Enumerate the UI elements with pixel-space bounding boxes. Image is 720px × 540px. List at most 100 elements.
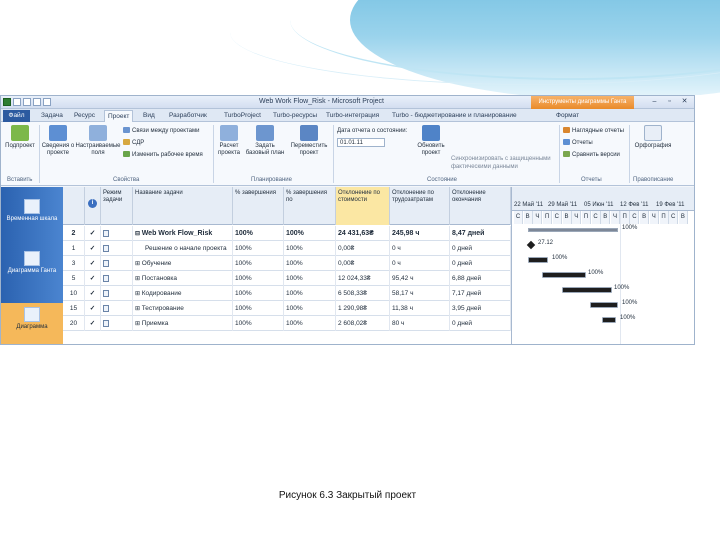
cell-cost-variance: 2 608,02₴ — [336, 316, 390, 331]
links-icon — [123, 127, 130, 133]
view-diagram[interactable]: Диаграмма — [1, 303, 63, 344]
cell-check: ✓ — [85, 316, 101, 331]
table-row[interactable]: 3 ✓ ⊞ Обучение 100% 100% 0,00₴ 0 ч0 дней — [63, 256, 511, 271]
cell-check: ✓ — [85, 241, 101, 256]
custom-fields-button[interactable]: Настраиваемые поля — [75, 125, 121, 157]
timescale-day: П — [581, 211, 591, 224]
header-cost-variance[interactable]: Отклонение по стоимости — [336, 187, 390, 225]
cell-task-mode — [101, 271, 133, 286]
table-row[interactable]: 1 ✓ Решение о начале проекта 100% 100% 0,00₴ 0… — [63, 241, 511, 256]
timescale-day: С — [630, 211, 640, 224]
tab-turbo-resources[interactable]: Turbo-ресурсы — [270, 110, 320, 122]
header-task-mode[interactable]: Режим задачи — [101, 187, 133, 225]
undo-icon[interactable] — [23, 98, 31, 106]
sync-actual-data-button[interactable]: Синхронизировать с защищенными фактическ… — [451, 155, 557, 171]
context-tab-gantt-tools[interactable]: Инструменты диаграммы Ганта — [531, 96, 634, 109]
maximize-button[interactable]: ▫ — [664, 98, 675, 106]
title-bar: Web Work Flow_Risk - Microsoft Project И… — [1, 96, 694, 109]
cell-work-variance: 80 ч — [390, 316, 450, 331]
group-label-properties: Свойства — [113, 177, 140, 183]
close-button[interactable]: ✕ — [679, 98, 690, 106]
cell-task-name[interactable]: ⊞ Приемка — [133, 316, 233, 331]
gantt-milestone[interactable] — [526, 240, 536, 250]
cell-cost-variance: 0,00₴ — [336, 256, 390, 271]
cell-task-name[interactable]: ⊞ Обучение — [133, 256, 233, 271]
tab-format[interactable]: Формат — [553, 110, 582, 122]
update-project-button[interactable]: Обновить проект — [413, 125, 449, 157]
cell-percent-complete-by: 100% — [284, 316, 336, 331]
minimize-button[interactable]: – — [649, 98, 660, 106]
table-row[interactable]: 10 ✓ ⊞ Кодирование 100% 100% 6 508,33₴ 58,17 ч… — [63, 286, 511, 301]
compare-versions-button[interactable]: Сравнить версии — [563, 151, 620, 159]
cell-work-variance: 0 ч — [390, 256, 450, 271]
timeline-icon — [24, 199, 40, 214]
cell-work-variance: 11,38 ч — [390, 301, 450, 316]
table-row[interactable]: 5 ✓ ⊞ Постановка 100% 100% 12 024,33₴ 95,42 ч6… — [63, 271, 511, 286]
change-working-time-button[interactable]: Изменить рабочее время — [123, 151, 203, 159]
expand-icon[interactable]: ⊞ — [135, 306, 142, 312]
cell-task-name[interactable]: Решение о начале проекта — [133, 241, 233, 256]
spelling-button[interactable]: Орфография — [631, 125, 675, 150]
cell-task-name[interactable]: ⊟ Web Work Flow_Risk — [133, 226, 233, 241]
links-between-projects-button[interactable]: Связи между проектами — [123, 127, 200, 135]
expand-icon[interactable]: ⊞ — [135, 276, 142, 282]
reports-button[interactable]: Отчеты — [563, 139, 593, 147]
task-name-text: Тестирование — [141, 305, 184, 312]
table-row[interactable]: 2 ✓ ⊟ Web Work Flow_Risk 100% 100% 24 431,63₴… — [63, 226, 511, 241]
tab-view[interactable]: Вид — [140, 110, 158, 122]
gantt-bar-summary[interactable] — [528, 228, 618, 232]
view-timeline[interactable]: Временная шкала — [1, 199, 63, 223]
view-gantt-chart[interactable]: Диаграмма Ганта — [1, 251, 63, 275]
header-task-name[interactable]: Название задачи — [133, 187, 233, 225]
table-row[interactable]: 20 ✓ ⊞ Приемка 100% 100% 2 608,02₴ 80 ч0 дней — [63, 316, 511, 331]
save-icon[interactable] — [13, 98, 21, 106]
tab-turbo-integration[interactable]: Turbo-интеграция — [323, 110, 382, 122]
gantt-bar-coding[interactable] — [562, 287, 612, 293]
tab-project[interactable]: Проект — [104, 110, 134, 122]
cell-task-name[interactable]: ⊞ Кодирование — [133, 286, 233, 301]
tab-turboproject[interactable]: TurboProject — [221, 110, 264, 122]
collapse-icon[interactable]: ⊟ — [135, 231, 142, 237]
table-row[interactable]: 15 ✓ ⊞ Тестирование 100% 100% 1 290,98₴ 11,38 … — [63, 301, 511, 316]
cell-percent-complete: 100% — [233, 286, 284, 301]
cell-cost-variance: 0,00₴ — [336, 241, 390, 256]
gantt-bar-acceptance[interactable] — [602, 317, 616, 323]
move-project-button[interactable]: Переместить проект — [287, 125, 331, 157]
redo-icon[interactable] — [33, 98, 41, 106]
visual-reports-button[interactable]: Наглядные отчеты — [563, 127, 624, 135]
header-work-variance[interactable]: Отклонение по трудозатратам — [390, 187, 450, 225]
cell-task-name[interactable]: ⊞ Постановка — [133, 271, 233, 286]
tab-resource[interactable]: Ресурс — [71, 110, 98, 122]
baseline-icon — [256, 125, 274, 141]
header-info[interactable]: i — [85, 187, 101, 225]
tab-developer[interactable]: Разработчик — [166, 110, 210, 122]
timescale-day: В — [678, 211, 688, 224]
calculate-project-button[interactable]: Расчет проекта — [215, 125, 243, 157]
tab-file[interactable]: Файл — [3, 110, 30, 122]
customize-qat-icon[interactable] — [43, 98, 51, 106]
timescale-week-2: 29 Май '11 — [548, 202, 578, 208]
gantt-timescale: 22 Май '11 29 Май '11 05 Июн '11 12 Фев … — [512, 187, 694, 211]
cell-cost-variance: 12 024,33₴ — [336, 271, 390, 286]
header-percent-complete[interactable]: % завершения — [233, 187, 284, 225]
set-baseline-button[interactable]: Задать базовый план — [245, 125, 285, 157]
expand-icon[interactable]: ⊞ — [135, 261, 142, 267]
expand-icon[interactable]: ⊞ — [135, 321, 142, 327]
task-mode-icon — [103, 274, 109, 282]
task-mode-icon — [103, 289, 109, 297]
header-finish-variance[interactable]: Отклонение окончания — [450, 187, 511, 225]
wbs-button[interactable]: СДР — [123, 139, 144, 147]
tab-task[interactable]: Задача — [38, 110, 66, 122]
cell-task-name[interactable]: ⊞ Тестирование — [133, 301, 233, 316]
task-name-text: Приемка — [141, 320, 169, 327]
subproject-button[interactable]: Подпроект — [3, 125, 37, 150]
cell-finish-variance: 7,17 дней — [450, 286, 511, 301]
expand-icon[interactable]: ⊞ — [135, 291, 142, 297]
gantt-bar-testing[interactable] — [590, 302, 618, 308]
gantt-bar-training[interactable] — [528, 257, 548, 263]
header-percent-complete-by[interactable]: % завершения по — [284, 187, 336, 225]
project-info-button[interactable]: Сведения о проекте — [41, 125, 75, 157]
tab-turbo-budgeting[interactable]: Turbo - бюджетирование и планирование — [389, 110, 520, 122]
status-date-field[interactable]: 01.01.11 — [337, 138, 385, 147]
gantt-bar-specification[interactable] — [542, 272, 586, 278]
